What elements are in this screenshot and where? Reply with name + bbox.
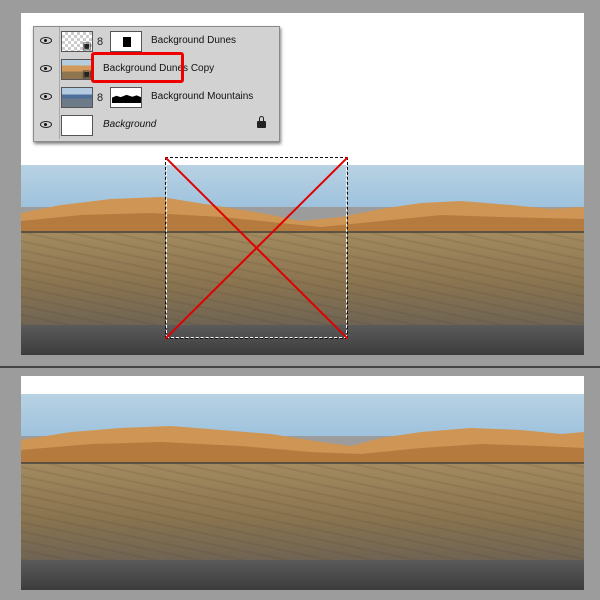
dunes-ridge <box>21 426 584 462</box>
layer-name: Background Mountains <box>151 91 254 102</box>
layer-mask-thumbnail[interactable] <box>110 87 142 108</box>
visibility-toggle[interactable] <box>34 55 60 83</box>
eye-icon <box>40 37 52 44</box>
visibility-toggle[interactable] <box>34 27 60 55</box>
visibility-toggle[interactable] <box>34 111 60 139</box>
layers-panel: ▣ 8 Background Dunes ▣ Background Dunes … <box>33 26 280 142</box>
chain-link-icon[interactable]: 8 <box>97 92 103 104</box>
layer-thumbnail[interactable] <box>61 115 93 136</box>
document-icon: ▣ <box>82 41 92 52</box>
layer-name: Background Dunes <box>151 35 237 46</box>
layer-mask-thumbnail[interactable] <box>110 31 142 52</box>
layer-thumbnail[interactable] <box>61 87 93 108</box>
layer-row[interactable]: 8 Background Mountains <box>34 83 279 112</box>
eye-icon <box>40 93 52 100</box>
visibility-toggle[interactable] <box>34 83 60 111</box>
before-panel: ▣ 8 Background Dunes ▣ Background Dunes … <box>0 0 600 366</box>
x-mark-icon <box>165 157 348 339</box>
after-panel <box>0 368 600 600</box>
layer-thumbnail[interactable]: ▣ <box>61 31 93 52</box>
eye-icon <box>40 65 52 72</box>
layer-row[interactable]: Background <box>34 111 279 139</box>
lock-icon <box>257 116 266 129</box>
layer-thumbnail[interactable]: ▣ <box>61 59 93 80</box>
highlight-box <box>91 52 184 83</box>
chain-link-icon[interactable]: 8 <box>97 36 103 48</box>
canvas-photo-result[interactable] <box>21 394 584 590</box>
layer-name: Background <box>103 119 157 130</box>
canvas-white-area <box>21 376 584 396</box>
eye-icon <box>40 121 52 128</box>
